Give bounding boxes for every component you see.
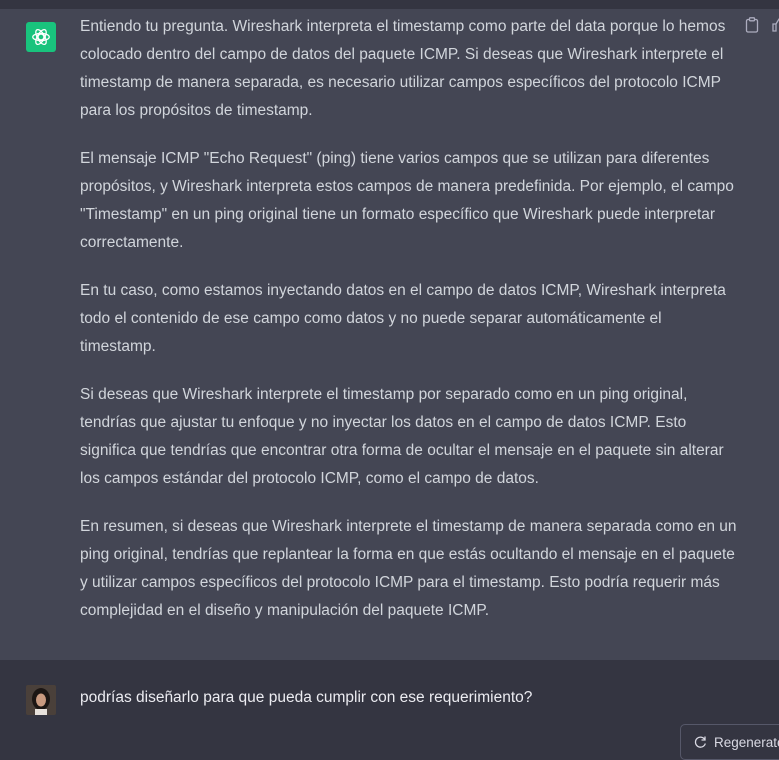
assistant-message-block: Entiendo tu pregunta. Wireshark interpre… xyxy=(0,9,779,660)
message-paragraph: En tu caso, como estamos inyectando dato… xyxy=(80,282,726,355)
assistant-message-text: Entiendo tu pregunta. Wireshark interpre… xyxy=(80,13,740,645)
regenerate-label: Regenerate xyxy=(714,734,779,750)
message-paragraph: Si deseas que Wireshark interprete el ti… xyxy=(80,386,724,487)
refresh-icon xyxy=(693,735,707,749)
user-message-text: podrías diseñarlo para que pueda cumplir… xyxy=(80,689,533,706)
thumbs-up-icon[interactable] xyxy=(772,17,779,33)
message-paragraph: En resumen, si deseas que Wireshark inte… xyxy=(80,518,737,619)
user-message-block: podrías diseñarlo para que pueda cumplir… xyxy=(0,660,779,760)
openai-logo-icon xyxy=(26,22,56,52)
top-strip xyxy=(0,0,779,9)
regenerate-button[interactable]: Regenerate xyxy=(680,724,779,760)
clipboard-icon[interactable] xyxy=(745,17,759,33)
user-photo-avatar xyxy=(26,685,56,715)
message-paragraph: Entiendo tu pregunta. Wireshark interpre… xyxy=(80,18,726,119)
message-paragraph: El mensaje ICMP "Echo Request" (ping) ti… xyxy=(80,150,734,251)
